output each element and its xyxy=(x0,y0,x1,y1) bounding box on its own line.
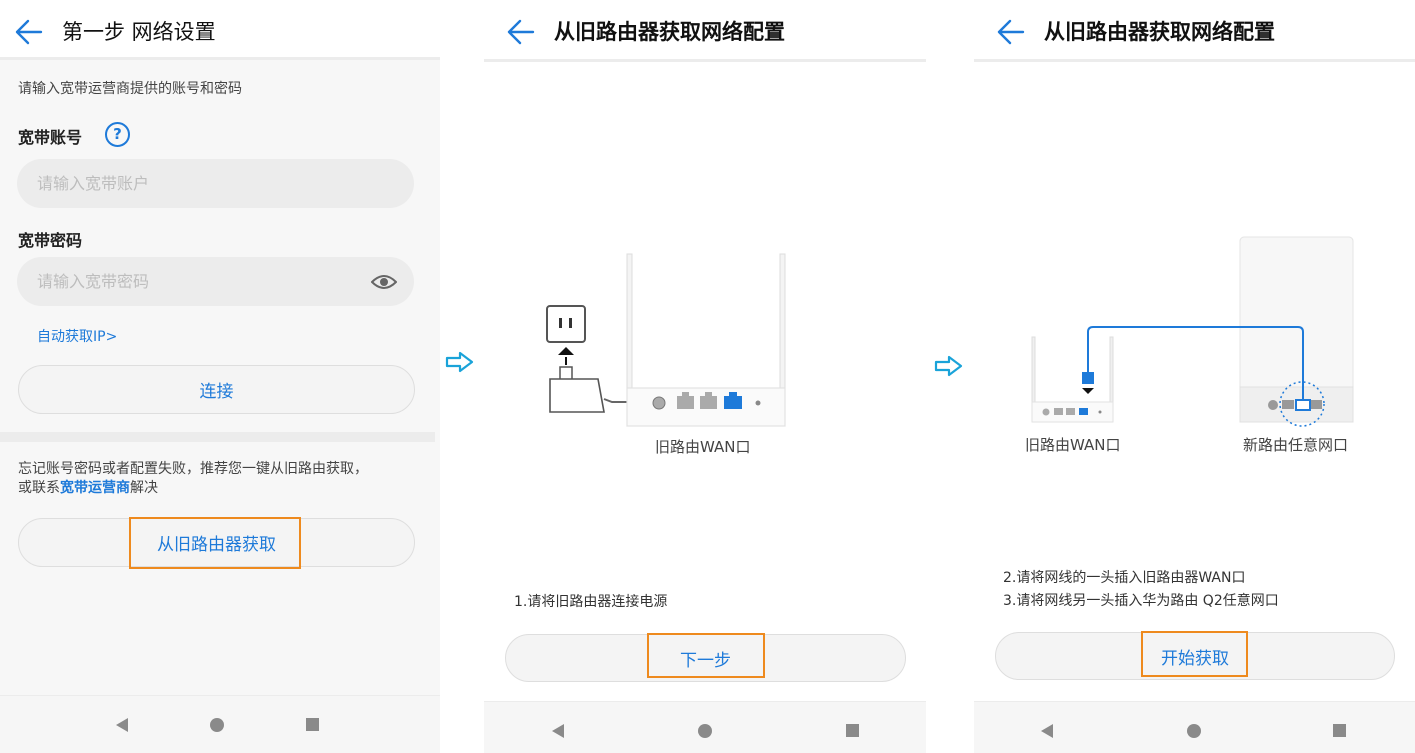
content: 旧路由WAN口 1.请将旧路由器连接电源 下一步 xyxy=(484,62,926,701)
page-title: 第一步 网络设置 xyxy=(62,20,216,44)
flow-arrow-icon xyxy=(445,351,475,373)
eye-icon[interactable] xyxy=(370,272,398,292)
nav-recent-icon[interactable] xyxy=(306,718,319,731)
settings-form: 请输入宽带运营商提供的账号和密码 宽带账号 ? 宽带密码 自动获取IP> 连接 … xyxy=(0,60,440,695)
forgot-text-line-1: 忘记账号密码或者配置失败，推荐您一键从旧路由获取， xyxy=(18,461,368,477)
help-icon[interactable]: ? xyxy=(105,122,130,147)
page-title: 从旧路由器获取网络配置 xyxy=(554,20,785,44)
highlight-box xyxy=(129,517,301,569)
form-hint: 请输入宽带运营商提供的账号和密码 xyxy=(18,81,242,97)
highlight-box xyxy=(1141,631,1248,677)
header: 从旧路由器获取网络配置 xyxy=(974,0,1415,62)
connect-button[interactable]: 连接 xyxy=(18,365,415,414)
screen-old-router-power: 从旧路由器获取网络配置 旧路由WAN口 1.请将旧路由器连接电源 下一步 xyxy=(484,0,926,753)
password-label: 宽带密码 xyxy=(18,231,83,250)
system-nav-bar xyxy=(0,695,440,753)
nav-back-icon[interactable] xyxy=(1041,724,1053,738)
step-text: 1.请将旧路由器连接电源 xyxy=(514,594,668,610)
forgot-text: 忘记账号密码或者配置失败，推荐您一键从旧路由获取， 或联系宽带运营商解决 xyxy=(18,460,428,498)
page-title: 从旧路由器获取网络配置 xyxy=(1044,20,1275,44)
screen-connect-cable: 从旧路由器获取网络配置 旧路由WAN口 新路由任意网口 2.请将网线的一头插入旧… xyxy=(974,0,1415,753)
router-caption: 旧路由WAN口 xyxy=(655,438,751,456)
forgot-text-prefix: 或联系 xyxy=(18,480,60,496)
header: 第一步 网络设置 xyxy=(0,0,440,60)
content: 旧路由WAN口 新路由任意网口 2.请将网线的一头插入旧路由器WAN口 3.请将… xyxy=(974,62,1415,701)
carrier-link[interactable]: 宽带运营商 xyxy=(60,480,130,496)
highlight-box xyxy=(647,633,765,678)
nav-back-icon[interactable] xyxy=(552,724,564,738)
old-router-caption: 旧路由WAN口 xyxy=(1025,436,1121,454)
system-nav-bar xyxy=(974,701,1415,753)
nav-recent-icon[interactable] xyxy=(846,724,859,737)
nav-recent-icon[interactable] xyxy=(1333,724,1346,737)
new-router-caption: 新路由任意网口 xyxy=(1243,436,1349,454)
account-label: 宽带账号 xyxy=(18,128,83,147)
nav-home-icon[interactable] xyxy=(210,718,224,732)
nav-home-icon[interactable] xyxy=(1187,724,1201,738)
password-input[interactable] xyxy=(17,257,414,306)
cable-connection-illustration xyxy=(1031,236,1354,427)
system-nav-bar xyxy=(484,701,926,753)
back-arrow-icon[interactable] xyxy=(506,18,536,46)
step-2-text: 2.请将网线的一头插入旧路由器WAN口 xyxy=(1003,570,1246,586)
auto-ip-link[interactable]: 自动获取IP> xyxy=(37,326,117,346)
forgot-text-suffix: 解决 xyxy=(130,480,158,496)
step-3-text: 3.请将网线另一头插入华为路由 Q2任意网口 xyxy=(1003,593,1279,609)
header: 从旧路由器获取网络配置 xyxy=(484,0,926,62)
back-arrow-icon[interactable] xyxy=(14,18,44,46)
divider xyxy=(0,432,435,442)
back-arrow-icon[interactable] xyxy=(996,18,1026,46)
flow-arrow-icon xyxy=(934,355,964,377)
screen-network-settings: 第一步 网络设置 请输入宽带运营商提供的账号和密码 宽带账号 ? 宽带密码 自动… xyxy=(0,0,440,753)
account-input[interactable] xyxy=(17,159,414,208)
nav-home-icon[interactable] xyxy=(698,724,712,738)
router-power-illustration xyxy=(546,253,786,427)
nav-back-icon[interactable] xyxy=(116,718,128,732)
